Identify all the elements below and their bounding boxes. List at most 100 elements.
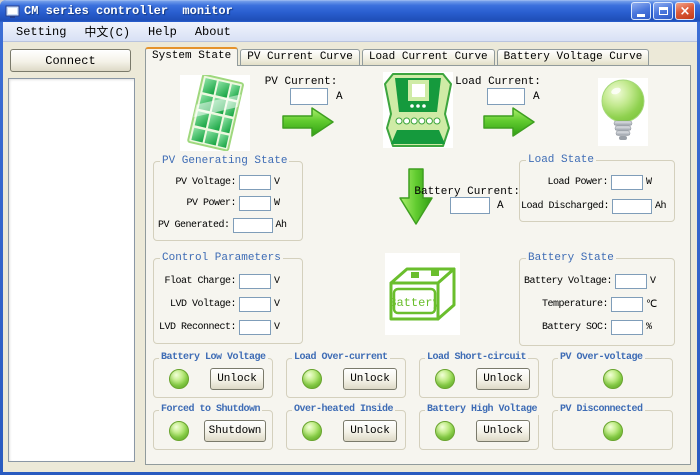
alarm-title: Load Short-circuit (425, 352, 528, 363)
lvd-reconnect-label: LVD Reconnect: (159, 322, 236, 333)
unlock-button[interactable]: Unlock (343, 420, 397, 442)
arrow-right-icon (483, 106, 535, 142)
pv-generating-state-group: PV Generating State PV Voltage: V PV Pow… (153, 161, 303, 241)
load-current-unit: A (533, 91, 540, 103)
device-listbox[interactable] (8, 78, 135, 462)
pv-power-input[interactable] (239, 196, 271, 211)
arrow-down-icon (398, 168, 434, 230)
battery-voltage-unit: V (650, 276, 666, 287)
pv-current-label: PV Current: (256, 76, 346, 88)
alarm-title: PV Disconnected (558, 404, 645, 415)
pv-voltage-unit: V (274, 177, 294, 188)
temperature-label: Temperature: (542, 299, 608, 310)
temperature-input[interactable] (611, 297, 643, 312)
alarm-forced-to-shutdown: Forced to Shutdown Shutdown (153, 410, 273, 450)
menu-about[interactable]: About (186, 23, 240, 41)
close-button[interactable]: × (675, 2, 695, 20)
status-led (169, 369, 189, 389)
lvd-voltage-unit: V (274, 299, 294, 310)
float-charge-input[interactable] (239, 274, 271, 289)
lvd-reconnect-unit: V (274, 322, 294, 333)
load-discharged-unit: Ah (655, 201, 666, 212)
alarm-load-short-circuit: Load Short-circuit Unlock (419, 358, 539, 398)
tab-load-current-curve[interactable]: Load Current Curve (362, 49, 495, 65)
load-power-input[interactable] (611, 175, 643, 190)
titlebar[interactable]: CM series controller monitor × (0, 0, 700, 22)
load-discharged-label: Load Discharged: (521, 201, 609, 212)
app-icon (5, 4, 20, 19)
minimize-button[interactable] (631, 2, 651, 20)
load-state-group: Load State Load Power: W Load Discharged… (519, 160, 675, 222)
status-led (169, 421, 189, 441)
app-window: CM series controller monitor × Setting 中… (0, 0, 700, 475)
alarm-title: PV Over-voltage (558, 352, 645, 363)
status-led (435, 421, 455, 441)
alarm-title: Battery High Voltage (425, 404, 539, 415)
status-led (603, 421, 623, 441)
pv-power-label: PV Power: (186, 198, 236, 209)
load-power-label: Load Power: (547, 177, 608, 188)
battery-voltage-input[interactable] (615, 274, 647, 289)
status-led (603, 369, 623, 389)
pv-voltage-label: PV Voltage: (175, 177, 236, 188)
pv-generated-input[interactable] (233, 218, 273, 233)
tab-battery-voltage-curve[interactable]: Battery Voltage Curve (497, 49, 650, 65)
unlock-button[interactable]: Unlock (476, 420, 530, 442)
lvd-reconnect-input[interactable] (239, 320, 271, 335)
alarm-pv-disconnected: PV Disconnected (552, 410, 673, 450)
alarm-title: Load Over-current (292, 352, 390, 363)
connect-button[interactable]: Connect (10, 49, 131, 72)
float-charge-unit: V (274, 276, 294, 287)
arrow-right-icon (282, 106, 334, 142)
battery-label: Battery (389, 296, 439, 310)
battery-current-input[interactable] (450, 197, 490, 214)
temperature-unit: ℃ (646, 299, 666, 311)
shutdown-button[interactable]: Shutdown (204, 420, 266, 442)
pv-generated-unit: Ah (276, 220, 294, 231)
alarm-load-over-current: Load Over-current Unlock (286, 358, 406, 398)
system-state-panel: PV Current: A (145, 65, 691, 465)
group-title: PV Generating State (160, 155, 289, 167)
battery-icon: Battery (385, 253, 460, 335)
pv-current-input[interactable] (290, 88, 328, 105)
alarm-over-heated-inside: Over-heated Inside Unlock (286, 410, 406, 450)
menu-help[interactable]: Help (139, 23, 186, 41)
lvd-voltage-input[interactable] (239, 297, 271, 312)
close-icon: × (680, 5, 691, 18)
maximize-icon (659, 7, 668, 15)
pv-voltage-input[interactable] (239, 175, 271, 190)
battery-soc-input[interactable] (611, 320, 643, 335)
battery-soc-unit: % (646, 322, 666, 333)
pv-power-unit: W (274, 198, 294, 209)
float-charge-label: Float Charge: (164, 276, 236, 287)
alarm-title: Forced to Shutdown (159, 404, 262, 415)
pv-current-unit: A (336, 91, 343, 103)
battery-voltage-label: Battery Voltage: (524, 276, 612, 287)
tab-pv-current-curve[interactable]: PV Current Curve (240, 49, 360, 65)
status-led (435, 369, 455, 389)
menu-setting[interactable]: Setting (7, 23, 75, 41)
battery-soc-label: Battery SOC: (542, 322, 608, 333)
tab-strip: System State PV Current Curve Load Curre… (145, 46, 649, 65)
load-discharged-input[interactable] (612, 199, 652, 214)
solar-panel-icon (180, 75, 250, 151)
group-title: Battery State (526, 252, 616, 264)
charge-controller-icon (383, 72, 453, 148)
alarm-title: Over-heated Inside (292, 404, 395, 415)
control-parameters-group: Control Parameters Float Charge: V LVD V… (153, 258, 303, 344)
status-led (302, 421, 322, 441)
menu-language[interactable]: 中文(C) (75, 21, 139, 42)
window-body: Connect System State PV Current Curve Lo… (3, 42, 697, 472)
alarm-title: Battery Low Voltage (159, 352, 268, 363)
load-power-unit: W (646, 177, 666, 188)
unlock-button[interactable]: Unlock (343, 368, 397, 390)
pv-generated-label: PV Generated: (158, 220, 230, 231)
alarm-battery-high-voltage: Battery High Voltage Unlock (419, 410, 539, 450)
unlock-button[interactable]: Unlock (476, 368, 530, 390)
load-current-input[interactable] (487, 88, 525, 105)
maximize-button[interactable] (653, 2, 673, 20)
unlock-button[interactable]: Unlock (210, 368, 264, 390)
menu-bar: Setting 中文(C) Help About (3, 22, 697, 42)
tab-system-state[interactable]: System State (145, 47, 238, 66)
light-bulb-icon (598, 78, 648, 146)
